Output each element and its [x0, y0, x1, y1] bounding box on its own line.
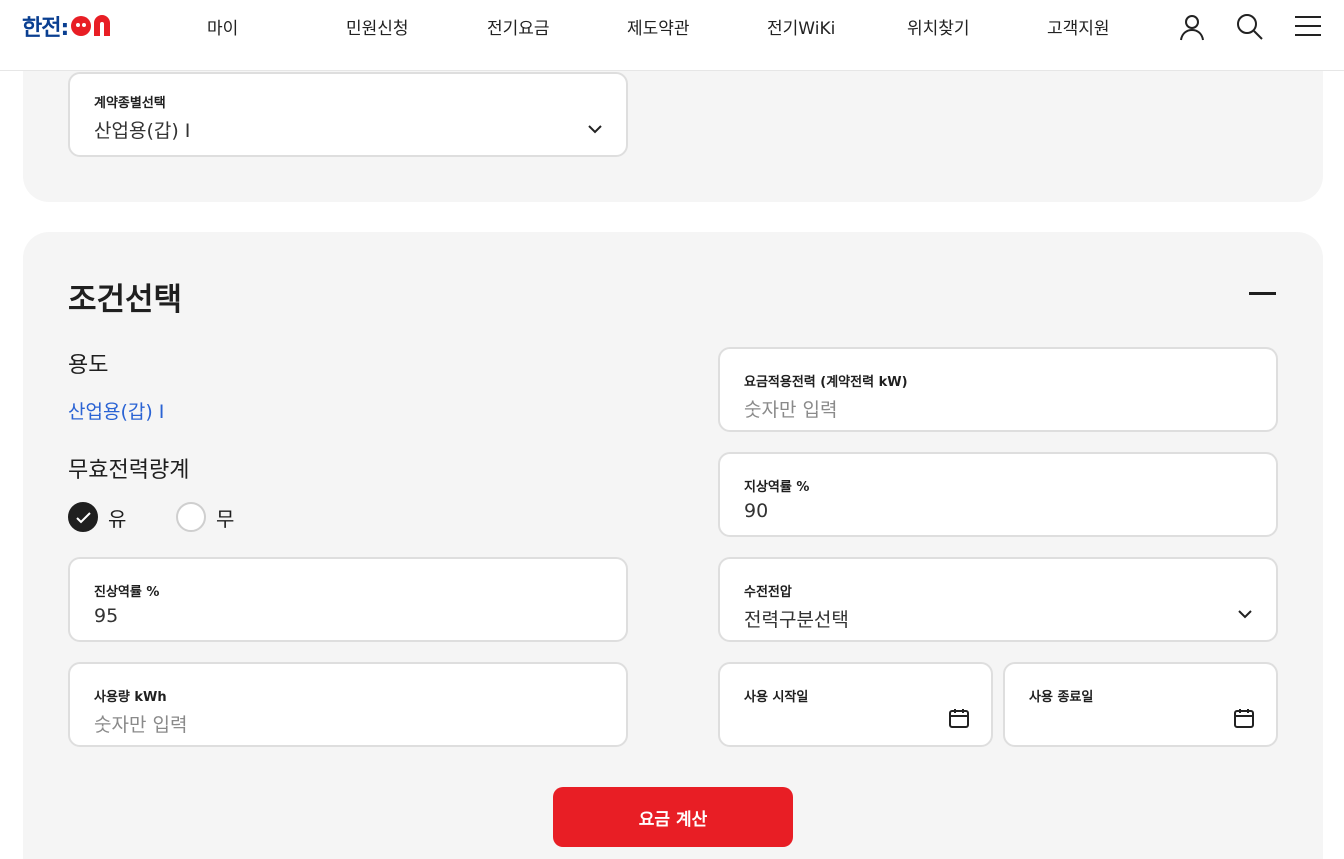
calendar-icon[interactable]	[1232, 706, 1256, 730]
leading-pf-value: 90	[744, 500, 769, 522]
reactive-yes-label: 유	[108, 506, 127, 531]
reactive-yes-radio[interactable]: 유	[68, 502, 126, 532]
applied-power-placeholder: 숫자만 입력	[744, 399, 838, 421]
applied-power-field[interactable]: 요금적용전력 (계약전력 kW) 숫자만 입력	[718, 347, 1278, 432]
lagging-pf-value: 95	[94, 605, 119, 627]
nav-item-terms[interactable]: 제도약관	[627, 14, 690, 39]
leading-pf-field[interactable]: 지상역률 % 90	[718, 452, 1278, 537]
logo-on-mark	[70, 13, 116, 39]
radio-unchecked-icon	[176, 502, 206, 532]
reactive-no-radio[interactable]: 무	[176, 502, 234, 532]
end-date-field[interactable]: 사용 종료일	[1003, 662, 1278, 747]
radio-checked-icon	[68, 502, 98, 532]
section-title: 조건선택	[68, 282, 183, 318]
lagging-pf-field[interactable]: 진상역률 % 95	[68, 557, 628, 642]
usage-value: 산업용(갑) I	[68, 401, 165, 423]
logo-text: 한전:	[22, 16, 69, 41]
usage-kwh-label: 사용량 kWh	[94, 690, 167, 705]
nav-item-wiki[interactable]: 전기WiKi	[767, 14, 835, 39]
nav-item-electric-rates[interactable]: 전기요금	[487, 14, 550, 39]
calendar-icon[interactable]	[947, 706, 971, 730]
nav-item-location[interactable]: 위치찾기	[907, 14, 970, 39]
conditions-card: 조건선택 용도 산업용(갑) I 무효전력량계 유 무 진상역률 % 95 사용…	[23, 232, 1323, 859]
nav-item-support[interactable]: 고객지원	[1047, 14, 1110, 39]
contract-type-label: 계약종별선택	[94, 96, 166, 111]
nav-item-my[interactable]: 마이	[207, 14, 238, 39]
site-header: 한전: 마이 민원신청 전기요금 제도약관 전기WiKi 위치찾기 고객지원	[0, 0, 1344, 71]
applied-power-label: 요금적용전력 (계약전력 kW)	[744, 375, 908, 390]
end-date-label: 사용 종료일	[1029, 690, 1094, 705]
voltage-select[interactable]: 수전전압 전력구분선택	[718, 557, 1278, 642]
menu-icon[interactable]	[1293, 12, 1323, 42]
leading-pf-label: 지상역률 %	[744, 480, 810, 495]
lagging-pf-label: 진상역률 %	[94, 585, 160, 600]
chevron-down-icon	[588, 125, 602, 134]
calculate-button[interactable]: 요금 계산	[553, 787, 793, 847]
start-date-label: 사용 시작일	[744, 690, 809, 705]
voltage-label: 수전전압	[744, 585, 792, 600]
nav-item-civil-request[interactable]: 민원신청	[346, 14, 409, 39]
contract-type-select[interactable]: 계약종별선택 산업용(갑) I	[68, 72, 628, 157]
reactive-meter-label: 무효전력량계	[68, 458, 190, 483]
voltage-value: 전력구분선택	[744, 609, 849, 631]
reactive-no-label: 무	[216, 506, 235, 531]
collapse-button[interactable]	[1249, 288, 1276, 302]
usage-label: 용도	[68, 353, 109, 378]
search-icon[interactable]	[1235, 12, 1265, 42]
site-logo[interactable]: 한전:	[22, 12, 116, 41]
usage-kwh-field[interactable]: 사용량 kWh 숫자만 입력	[68, 662, 628, 747]
user-icon[interactable]	[1177, 12, 1207, 42]
start-date-field[interactable]: 사용 시작일	[718, 662, 993, 747]
contract-card: 계약종별선택 산업용(갑) I	[23, 52, 1323, 202]
usage-kwh-placeholder: 숫자만 입력	[94, 714, 188, 736]
chevron-down-icon	[1238, 610, 1252, 619]
contract-type-value: 산업용(갑) I	[94, 120, 191, 142]
